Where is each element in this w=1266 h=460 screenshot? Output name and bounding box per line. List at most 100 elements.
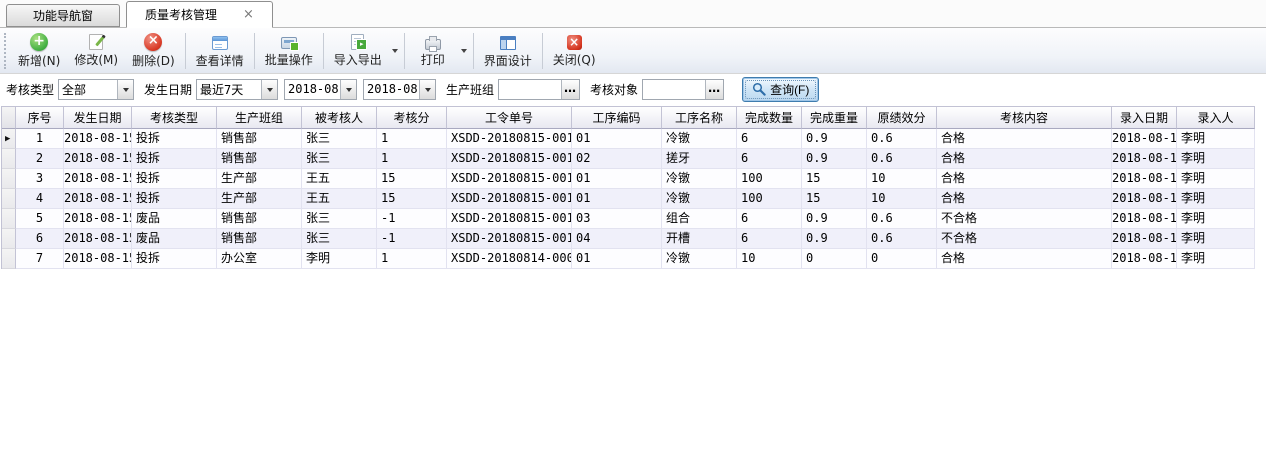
cell[interactable]: 6 [16,229,64,249]
column-header[interactable]: 工令单号 [447,107,572,129]
cell[interactable]: 2018-08-15 [64,149,132,169]
cell[interactable]: 10 [867,169,937,189]
chevron-down-icon[interactable] [261,80,277,99]
cell[interactable]: 2018-08-15 [1112,249,1177,269]
cell[interactable]: 1 [377,129,447,149]
tab-close-icon[interactable]: × [243,8,254,21]
edit-button[interactable]: 修改(M) [67,30,125,72]
cell[interactable]: 合格 [937,189,1112,209]
cell[interactable]: 生产部 [217,169,302,189]
cell[interactable]: XSDD-20180815-0010_1 [447,209,572,229]
column-header[interactable]: 录入人 [1177,107,1255,129]
cell[interactable]: 0 [867,249,937,269]
chevron-down-icon[interactable] [419,80,435,99]
column-header[interactable]: 考核类型 [132,107,217,129]
cell[interactable]: 销售部 [217,229,302,249]
cell[interactable]: XSDD-20180815-0010_1 [447,229,572,249]
cell[interactable]: 0.9 [802,229,867,249]
column-header[interactable]: 录入日期 [1112,107,1177,129]
table-row[interactable]: 52018-08-15废品销售部张三-1XSDD-20180815-0010_1… [2,209,1255,229]
cell[interactable]: XSDD-20180815-0011_1 [447,169,572,189]
cell[interactable]: 1 [377,249,447,269]
cell[interactable]: 0.6 [867,209,937,229]
column-header[interactable]: 考核内容 [937,107,1112,129]
cell[interactable]: 1 [16,129,64,149]
cell[interactable]: 李明 [1177,249,1255,269]
cell[interactable]: 合格 [937,149,1112,169]
cell[interactable]: 搓牙 [662,149,737,169]
cell[interactable]: 合格 [937,169,1112,189]
cell[interactable]: XSDD-20180815-0011_1 [447,189,572,209]
cell[interactable]: -1 [377,209,447,229]
cell[interactable]: 15 [377,169,447,189]
cell[interactable]: 15 [802,169,867,189]
cell[interactable]: -1 [377,229,447,249]
cell[interactable]: XSDD-20180815-0010_1 [447,129,572,149]
query-button[interactable]: 查询(F) [742,77,819,102]
add-button[interactable]: 新增(N) [11,30,67,72]
cell[interactable]: 0.9 [802,149,867,169]
column-header[interactable]: 发生日期 [64,107,132,129]
column-header[interactable]: 被考核人 [302,107,377,129]
ellipsis-button[interactable]: … [705,80,723,99]
cell[interactable]: 02 [572,149,662,169]
table-row[interactable]: 22018-08-15投拆销售部张三1XSDD-20180815-0010_10… [2,149,1255,169]
cell[interactable]: 王五 [302,169,377,189]
cell[interactable]: 组合 [662,209,737,229]
cell[interactable]: 2018-08-15 [1112,129,1177,149]
column-header[interactable]: 完成重量 [802,107,867,129]
cell[interactable]: 1 [377,149,447,169]
cell[interactable]: XSDD-20180815-0010_1 [447,149,572,169]
cell[interactable]: 01 [572,169,662,189]
close-button[interactable]: 关闭(Q) [546,30,603,72]
cell[interactable]: 办公室 [217,249,302,269]
cell[interactable]: 不合格 [937,229,1112,249]
cell[interactable]: 01 [572,249,662,269]
ui-design-button[interactable]: 界面设计 [477,30,539,72]
cell[interactable]: 销售部 [217,209,302,229]
column-header[interactable]: 工序编码 [572,107,662,129]
cell[interactable]: 2018-08-15 [1112,169,1177,189]
production-team-input[interactable]: … [498,79,580,100]
cell[interactable]: 投拆 [132,189,217,209]
tab-quality-assessment[interactable]: 质量考核管理 × [126,1,273,28]
cell[interactable]: 4 [16,189,64,209]
cell[interactable]: 2018-08-15 [1112,209,1177,229]
cell[interactable]: 0.9 [802,209,867,229]
cell[interactable]: 生产部 [217,189,302,209]
cell[interactable]: 0.6 [867,229,937,249]
cell[interactable]: 10 [867,189,937,209]
cell[interactable]: 5 [16,209,64,229]
date-range-combo[interactable]: 最近7天 [196,79,278,100]
cell[interactable]: 01 [572,189,662,209]
cell[interactable]: 合格 [937,249,1112,269]
cell[interactable]: 2018-08-15 [1112,229,1177,249]
cell[interactable]: 投拆 [132,129,217,149]
column-header[interactable]: 工序名称 [662,107,737,129]
cell[interactable]: 李明 [302,249,377,269]
cell[interactable]: 6 [737,229,802,249]
table-row[interactable]: ▶12018-08-15投拆销售部张三1XSDD-20180815-0010_1… [2,129,1255,149]
cell[interactable]: 李明 [1177,149,1255,169]
cell[interactable]: 04 [572,229,662,249]
column-header[interactable]: 考核分 [377,107,447,129]
cell[interactable]: 冷镦 [662,129,737,149]
table-row[interactable]: 72018-08-15投拆办公室李明1XSDD-20180814-0002_30… [2,249,1255,269]
cell[interactable]: 100 [737,189,802,209]
date-from-picker[interactable]: 2018-08-09 [284,79,357,100]
cell[interactable]: 2 [16,149,64,169]
cell[interactable]: 冷镦 [662,249,737,269]
cell[interactable]: 2018-08-15 [64,229,132,249]
cell[interactable]: 01 [572,129,662,149]
table-row[interactable]: 62018-08-15废品销售部张三-1XSDD-20180815-0010_1… [2,229,1255,249]
cell[interactable]: 15 [802,189,867,209]
cell[interactable]: 2018-08-15 [64,129,132,149]
cell[interactable]: 李明 [1177,169,1255,189]
cell[interactable]: 2018-08-15 [64,189,132,209]
cell[interactable]: 张三 [302,129,377,149]
cell[interactable]: 2018-08-15 [64,249,132,269]
cell[interactable]: 冷镦 [662,189,737,209]
cell[interactable]: 2018-08-15 [64,169,132,189]
batch-operation-button[interactable]: 批量操作 [258,30,320,72]
cell[interactable]: 0.6 [867,129,937,149]
